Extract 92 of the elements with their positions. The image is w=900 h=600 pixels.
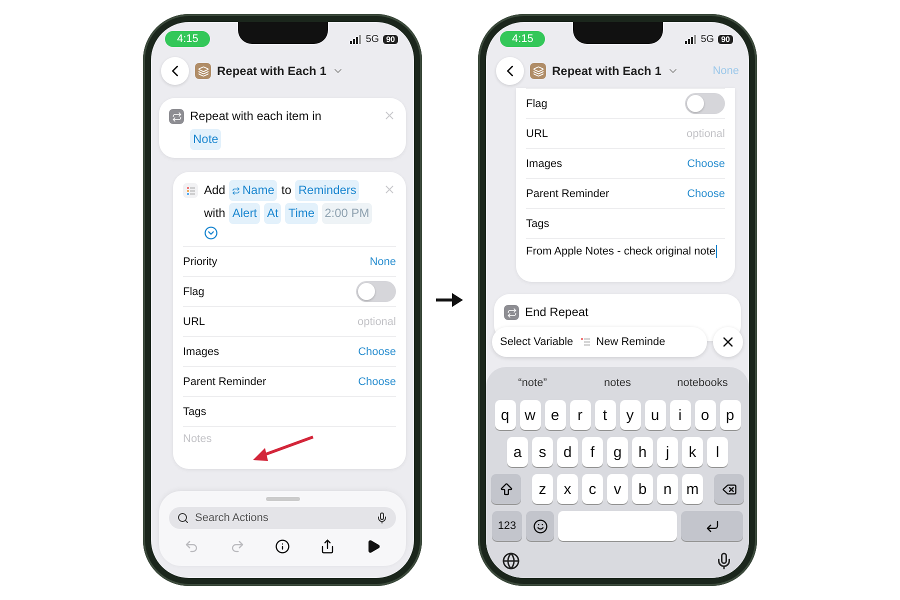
notes-field[interactable]: From Apple Notes - check original note (526, 239, 718, 282)
delete-icon[interactable] (722, 482, 736, 496)
signal-icon (684, 34, 697, 44)
key[interactable]: v (607, 474, 628, 504)
back-button[interactable] (496, 57, 524, 85)
key[interactable]: k (682, 437, 703, 467)
flag-toggle[interactable] (685, 93, 725, 114)
priority-value: None (712, 65, 739, 77)
search-icon (177, 512, 189, 524)
row-label: Images (183, 346, 220, 358)
row-value[interactable]: Choose (358, 346, 396, 358)
row-label: Flag (183, 286, 204, 298)
status-time: 4:15 (165, 31, 210, 47)
key[interactable]: n (657, 474, 678, 504)
row-label: Images (526, 158, 562, 170)
numbers-key[interactable]: 123 (492, 511, 522, 541)
key[interactable]: w (520, 400, 540, 430)
emoji-key[interactable] (526, 511, 554, 541)
action-text: Add (204, 182, 226, 199)
key[interactable]: p (720, 400, 740, 430)
flag-toggle[interactable] (356, 281, 396, 302)
search-field[interactable]: Search Actions (169, 507, 396, 529)
repeat-icon (232, 186, 240, 194)
suggestion-item[interactable]: New Reminde (581, 336, 666, 348)
list-icon (581, 337, 592, 347)
emoji-icon[interactable] (532, 518, 548, 534)
layers-icon (195, 63, 211, 79)
repeat-icon (504, 305, 519, 320)
key[interactable]: a (507, 437, 528, 467)
battery-level: 90 (383, 34, 398, 44)
row-value[interactable]: Choose (358, 376, 396, 388)
prediction-item[interactable]: “note” (490, 375, 575, 391)
shift-icon[interactable] (498, 482, 514, 496)
key[interactable]: t (594, 400, 616, 430)
sheet-grabber (266, 497, 300, 501)
shortcut-title[interactable]: Repeat with Each 1 (217, 64, 326, 78)
key[interactable]: i (670, 400, 690, 430)
action-text: with (204, 205, 226, 222)
mic-icon[interactable] (376, 512, 388, 524)
battery-level: 90 (718, 34, 733, 44)
mic-icon[interactable] (715, 552, 733, 570)
key[interactable]: m (682, 474, 703, 504)
signal-icon (350, 34, 362, 44)
list-icon (183, 183, 198, 198)
row-label[interactable]: Tags (526, 218, 550, 230)
globe-icon[interactable] (502, 552, 520, 570)
suggestion-item[interactable]: Select Variable (500, 336, 574, 348)
key[interactable]: h (632, 437, 653, 467)
key[interactable]: y (620, 400, 640, 430)
key[interactable]: s (532, 437, 553, 467)
layers-icon (530, 63, 546, 79)
back-button[interactable] (161, 57, 189, 85)
row-value[interactable]: Choose (687, 188, 725, 200)
shift-key[interactable] (491, 474, 521, 504)
action-text: Repeat with each item in (190, 108, 322, 125)
key[interactable]: c (582, 474, 603, 504)
close-button[interactable] (713, 327, 743, 357)
key[interactable]: g (607, 437, 628, 467)
key[interactable]: f (582, 437, 603, 467)
prediction-item[interactable]: notebooks (660, 375, 745, 391)
key[interactable]: x (557, 474, 578, 504)
action-text: to (281, 182, 292, 199)
key[interactable]: d (557, 437, 578, 467)
row-label: Parent Reminder (526, 188, 610, 200)
network-label: 5G (700, 34, 714, 44)
action-text: End Repeat (525, 304, 588, 321)
delete-key[interactable] (714, 474, 744, 504)
key[interactable]: j (657, 437, 678, 467)
row-label: URL (183, 316, 206, 328)
row-value[interactable]: None (370, 256, 396, 268)
key[interactable]: l (707, 437, 728, 467)
prediction-item[interactable]: notes (575, 375, 660, 391)
row-label: Parent Reminder (183, 376, 266, 388)
row-label: Priority (183, 256, 218, 268)
repeat-icon (169, 109, 184, 124)
network-label: 5G (366, 34, 380, 44)
expand-icon[interactable] (204, 226, 218, 240)
key[interactable]: o (694, 400, 716, 430)
key[interactable]: r (570, 400, 590, 430)
row-label: URL (526, 128, 548, 140)
arrow-icon (436, 292, 464, 308)
key[interactable]: e (544, 400, 566, 430)
return-icon[interactable] (704, 518, 720, 534)
key[interactable]: q (494, 400, 516, 430)
row-label: Flag (526, 98, 548, 110)
key[interactable]: b (632, 474, 653, 504)
shortcut-title[interactable]: Repeat with Each 1 (552, 64, 662, 78)
row-value[interactable]: Choose (687, 158, 725, 170)
key[interactable]: u (644, 400, 666, 430)
status-time: 4:15 (500, 31, 546, 47)
key[interactable]: z (532, 474, 553, 504)
row-label[interactable]: Tags (183, 406, 206, 418)
